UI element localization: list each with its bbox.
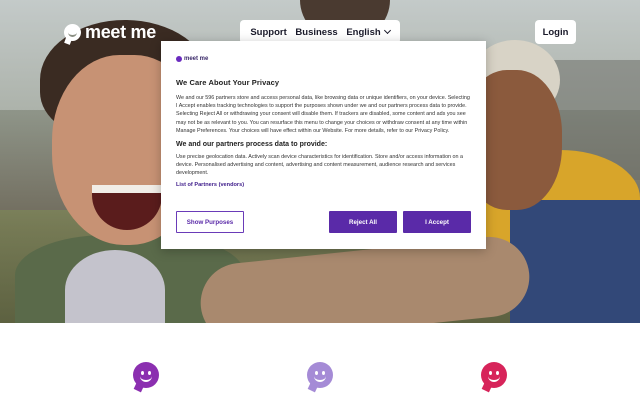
- show-purposes-button[interactable]: Show Purposes: [176, 211, 244, 233]
- reject-all-button[interactable]: Reject All: [329, 211, 397, 233]
- hero-person-left-tee: [65, 250, 165, 323]
- logo-text: meet me: [85, 22, 156, 42]
- consent-logo-icon: [176, 56, 182, 62]
- consent-title: We Care About Your Privacy: [176, 78, 280, 87]
- consent-logo: meet me: [176, 54, 471, 64]
- privacy-consent-dialog: meet me We Care About Your Privacy We an…: [161, 41, 486, 249]
- smile-chat-icon: [481, 362, 507, 388]
- partners-link[interactable]: List of Partners (vendors): [176, 182, 471, 188]
- hero-person-right-jacket: [510, 200, 640, 323]
- consent-body: We and our 596 partners store and access…: [176, 95, 470, 134]
- chevron-down-icon: [383, 26, 391, 34]
- accept-button[interactable]: I Accept: [403, 211, 471, 233]
- smile-chat-icon: [307, 362, 333, 388]
- consent-purposes: Use precise geolocation data. Actively s…: [176, 154, 464, 177]
- language-label: English: [346, 26, 381, 38]
- login-button[interactable]: Login: [535, 20, 576, 44]
- nav-business[interactable]: Business: [295, 27, 337, 38]
- smile-chat-icon: [133, 362, 159, 388]
- consent-subtitle: We and our partners process data to prov…: [176, 141, 328, 149]
- logo-smile-icon: [64, 24, 81, 41]
- brand-logo[interactable]: meet me: [64, 22, 156, 43]
- language-selector[interactable]: English: [346, 26, 391, 38]
- consent-logo-text: meet me: [184, 56, 209, 62]
- nav-support[interactable]: Support: [250, 27, 286, 38]
